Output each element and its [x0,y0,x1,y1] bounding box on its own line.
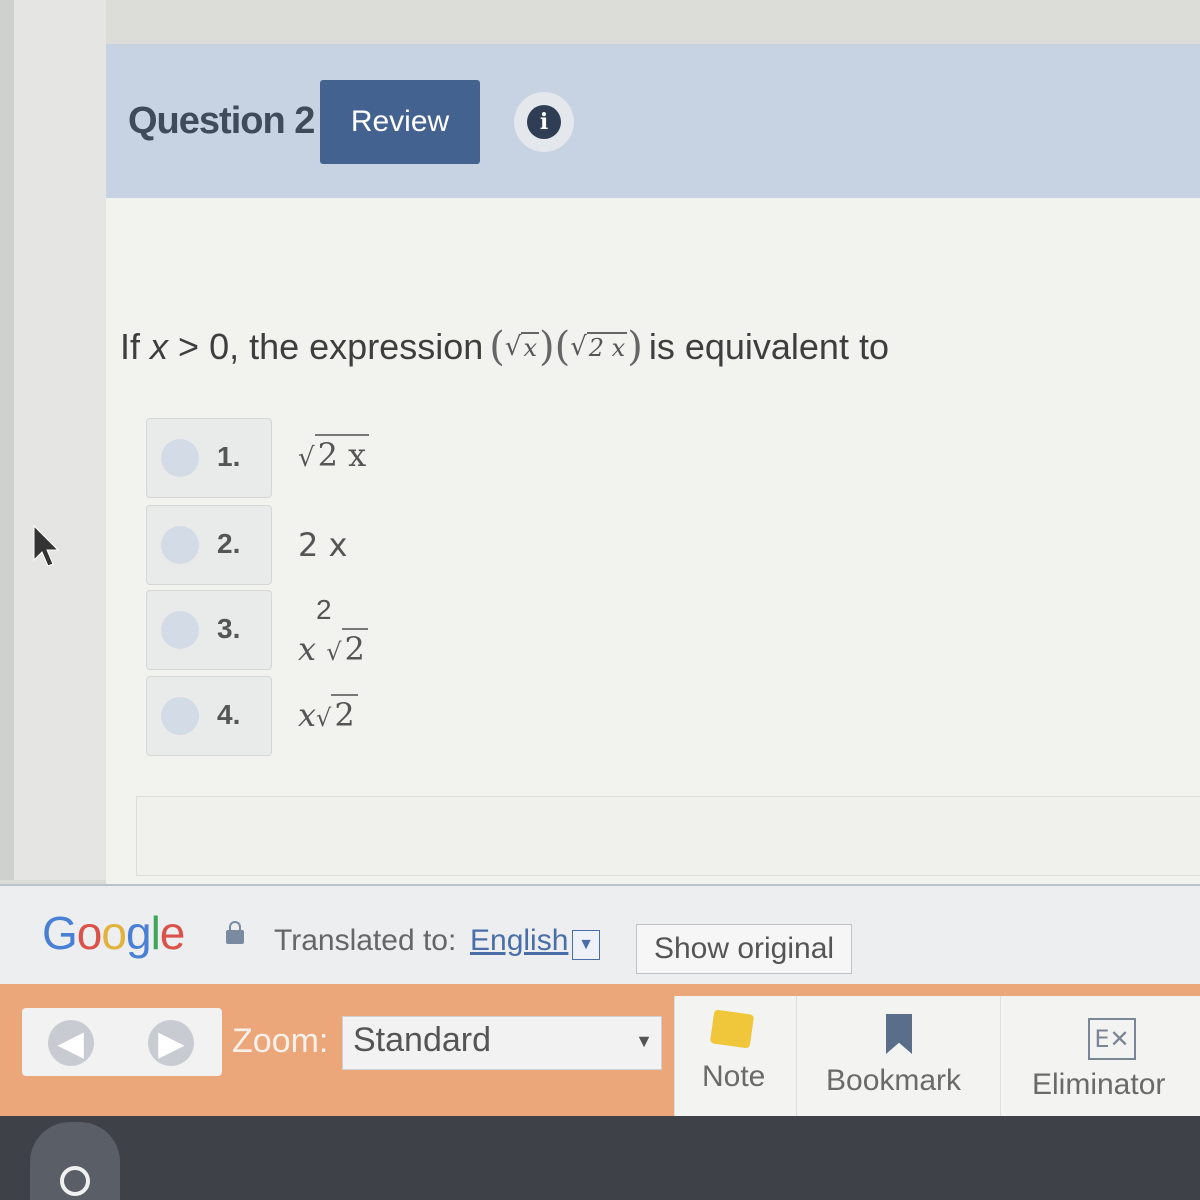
question-title: Question 2 [128,100,315,142]
eliminator-icon: E✕ [1088,1018,1136,1060]
note-label: Note [702,1060,766,1093]
choice-1[interactable]: 1. [146,418,272,498]
zoom-value: Standard [353,1021,491,1059]
forward-arrow-icon[interactable]: ▶ [148,1020,194,1066]
choice-number-3: 3. [217,613,241,644]
show-original-button[interactable]: Show original [636,924,852,974]
taskbar [0,1116,1200,1200]
paren-close: ) [538,324,555,370]
paren-close-2: ) [627,324,643,370]
answer-1-radicand: 2 x [314,434,370,474]
sqrt-symbol: √ [326,638,342,666]
answer-3: x √2 [298,628,368,668]
zoom-label: Zoom: [232,1022,329,1060]
choice-number-1: 1. [217,441,241,472]
lock-icon [226,921,244,944]
review-button[interactable]: Review [320,80,480,164]
question-condition: > 0, the expression [178,326,484,367]
feedback-area [136,796,1200,876]
answer-3-base: x [298,630,317,668]
answer-2: 2 x [298,526,348,564]
sqrt-x: √ x [504,332,539,362]
answer-1: √2 x [298,434,370,474]
choice-2[interactable]: 2. [146,505,272,585]
question-suffix: is equivalent to [648,326,889,367]
answer-3-exponent: 2 [316,594,332,625]
eliminator-label: Eliminator [1032,1068,1166,1101]
choice-3[interactable]: 3. [146,590,272,670]
answer-3-radicand: 2 [341,628,368,668]
back-arrow-icon[interactable]: ◀ [48,1020,94,1066]
zoom-select[interactable]: Standard ▼ [342,1016,662,1070]
bookmark-label: Bookmark [826,1064,962,1097]
note-icon [709,1009,755,1049]
translated-to-label: Translated to: [274,924,457,957]
language-link[interactable]: English [470,924,568,958]
launcher-icon [60,1166,90,1196]
left-gutter [14,0,106,880]
google-logo: Google [42,907,185,959]
chevron-down-icon: ▼ [635,1031,653,1051]
radio-2[interactable] [161,526,199,564]
choice-number-4: 4. [217,699,241,730]
left-edge [0,0,14,880]
answer-4-radicand: 2 [331,694,358,734]
radio-4[interactable] [161,697,199,735]
question-prefix: If [120,326,141,367]
radio-3[interactable] [161,611,199,649]
paren-open-2: ( [554,324,571,370]
sqrt-2x: √ 2 x [570,332,628,362]
sqrt-x-radicand: x [521,332,539,362]
sqrt-symbol: √ [316,704,332,732]
info-icon: i [527,105,561,139]
question-expression: ( √ x ) ( √ 2 x ) [489,324,643,370]
question-text: If x > 0, the expression ( √ x ) ( √ 2 x )… [120,324,889,370]
sqrt-2x-radicand: 2 x [586,332,628,362]
choice-number-2: 2. [217,528,241,559]
sqrt-symbol: √ [298,443,315,473]
choice-4[interactable]: 4. [146,676,272,756]
paren-open: ( [489,324,505,370]
answer-4: x√2 [298,694,358,734]
question-variable: x [150,326,169,367]
mouse-cursor-icon [33,524,60,567]
answer-4-base: x [298,696,317,734]
info-button[interactable]: i [514,92,574,152]
radio-1[interactable] [161,439,199,477]
language-dropdown-icon[interactable]: ▼ [572,930,600,960]
